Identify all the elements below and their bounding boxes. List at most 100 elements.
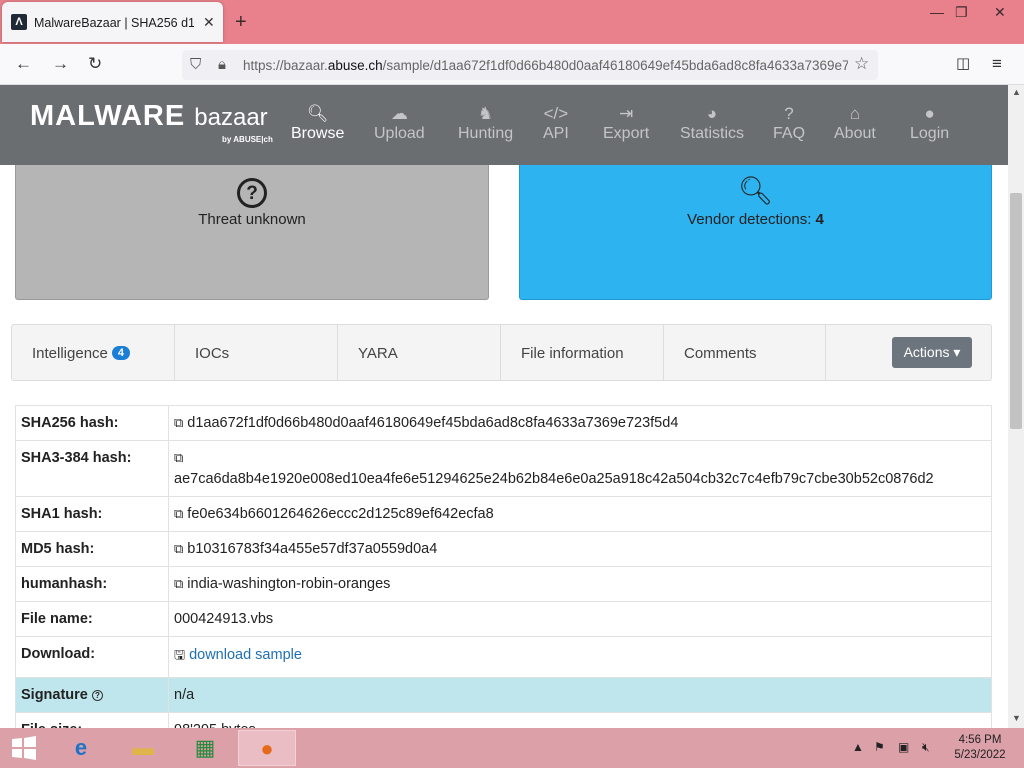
cloud-upload-icon: ☁ bbox=[390, 104, 408, 123]
browser-navbar: ← → ↻ ⛉ 🔒︎ https://bazaar.abuse.ch/sampl… bbox=[0, 44, 1024, 85]
menu-icon[interactable]: ≡ bbox=[992, 54, 1002, 74]
md5-value: ⧉ b10316783f34a455e57df37a0559d0a4 bbox=[168, 531, 992, 567]
nav-upload[interactable]: ☁ Upload bbox=[374, 103, 425, 143]
bookmark-star-icon[interactable]: ☆ bbox=[854, 54, 869, 74]
minimize-icon[interactable]: — bbox=[930, 4, 944, 20]
filename-label: File name: bbox=[15, 601, 169, 637]
reload-icon[interactable]: ↻ bbox=[88, 54, 102, 74]
humanhash-value: ⧉ india-washington-robin-oranges bbox=[168, 566, 992, 602]
search-icon: 🔍︎ bbox=[737, 175, 774, 206]
firefox-icon[interactable]: ● bbox=[238, 730, 296, 766]
sha256-value: ⧉ d1aa672f1df0d66b480d0aaf46180649ef45bda… bbox=[168, 405, 992, 441]
humanhash-label: humanhash: bbox=[15, 566, 169, 602]
copy-icon[interactable]: ⧉ bbox=[174, 415, 183, 431]
nav-statistics[interactable]: ◕ Statistics bbox=[680, 103, 744, 143]
user-icon: ● bbox=[924, 104, 935, 123]
tab-comments[interactable]: Comments bbox=[664, 325, 826, 380]
nav-hunting[interactable]: ♞ Hunting bbox=[458, 103, 513, 143]
url-text[interactable]: https://bazaar.abuse.ch/sample/d1aa672f1… bbox=[243, 58, 848, 73]
windows-logo-icon bbox=[12, 736, 36, 760]
search-icon: 🔍︎ bbox=[306, 104, 329, 123]
caret-down-icon: ▾ bbox=[953, 344, 961, 360]
window-close-icon[interactable]: ✕ bbox=[994, 4, 1006, 21]
help-icon[interactable]: ? bbox=[91, 690, 103, 701]
nav-browse[interactable]: 🔍︎ Browse bbox=[291, 103, 344, 143]
intelligence-badge: 4 bbox=[111, 346, 131, 360]
pie-chart-icon: ◕ bbox=[706, 104, 718, 123]
sha3-value: ⧉ ae7ca6da8b4e1920e008ed10ea4fe6e51294625… bbox=[168, 440, 992, 497]
code-icon: </> bbox=[543, 104, 569, 123]
table-row: File name: 000424913.vbs bbox=[15, 601, 992, 637]
lock-icon[interactable]: 🔒︎ bbox=[218, 56, 226, 73]
nav-api[interactable]: </> API bbox=[543, 103, 569, 143]
save-icon: 🖫 bbox=[174, 647, 186, 662]
tab-intelligence[interactable]: Intelligence 4 bbox=[12, 325, 175, 380]
page-scrollbar[interactable]: ▲ ▼ bbox=[1008, 85, 1024, 728]
show-hidden-icons[interactable]: ▲ bbox=[852, 740, 864, 754]
nav-login[interactable]: ● Login bbox=[910, 103, 949, 143]
tab-title: MalwareBazaar | SHA256 d1aa672f1 bbox=[34, 16, 194, 30]
download-value: 🖫 download sample bbox=[168, 636, 992, 678]
copy-icon[interactable]: ⧉ bbox=[174, 541, 183, 557]
md5-label: MD5 hash: bbox=[15, 531, 169, 567]
vendor-detections-card[interactable]: 🔍︎ Vendor detections: 4 bbox=[519, 165, 992, 300]
copy-icon[interactable]: ⧉ bbox=[174, 576, 183, 592]
windows-taskbar: e ▬ ▦ ● ▲ ⚑ ▣ 🔇︎ 4:56 PM 5/23/2022 bbox=[0, 728, 1024, 768]
export-icon: ⇥ bbox=[619, 104, 634, 123]
volume-muted-icon[interactable]: 🔇︎ bbox=[922, 740, 930, 755]
tab-iocs[interactable]: IOCs bbox=[175, 325, 338, 380]
scroll-up-icon[interactable]: ▲ bbox=[1012, 87, 1021, 97]
table-row: SHA256 hash: ⧉ d1aa672f1df0d66b480d0aaf46… bbox=[15, 405, 992, 441]
tab-yara[interactable]: YARA bbox=[338, 325, 501, 380]
maximize-icon[interactable]: ❐ bbox=[955, 4, 968, 21]
site-logo[interactable]: MALWARE bazaar bbox=[30, 100, 268, 133]
threat-card: ? Threat unknown bbox=[15, 165, 489, 300]
scroll-thumb[interactable] bbox=[1010, 193, 1022, 429]
store-icon[interactable]: ▦ bbox=[176, 730, 234, 766]
sample-details-table: SHA256 hash: ⧉ d1aa672f1df0d66b480d0aaf46… bbox=[15, 405, 992, 748]
question-icon: ? bbox=[784, 104, 794, 123]
filename-value: 000424913.vbs bbox=[168, 601, 992, 637]
tab-close-icon[interactable]: ✕ bbox=[203, 14, 215, 31]
sample-tabs: Intelligence 4 IOCs YARA File information… bbox=[11, 324, 992, 381]
flag-icon[interactable]: ⚑ bbox=[874, 740, 885, 754]
browser-tab[interactable]: Λ MalwareBazaar | SHA256 d1aa672f1 ✕ bbox=[2, 2, 223, 42]
new-tab-button[interactable]: + bbox=[235, 11, 247, 34]
signature-value: n/a bbox=[168, 677, 992, 713]
nav-faq[interactable]: ? FAQ bbox=[773, 103, 805, 143]
sha3-label: SHA3-384 hash: bbox=[15, 440, 169, 497]
back-icon[interactable]: ← bbox=[15, 54, 32, 74]
nav-export[interactable]: ⇥ Export bbox=[603, 103, 649, 143]
hunting-icon: ♞ bbox=[477, 104, 494, 123]
sha256-label: SHA256 hash: bbox=[15, 405, 169, 441]
sha1-label: SHA1 hash: bbox=[15, 496, 169, 532]
internet-explorer-icon[interactable]: e bbox=[52, 730, 110, 766]
forward-icon[interactable]: → bbox=[52, 54, 69, 74]
shield-icon[interactable]: ⛉ bbox=[190, 56, 201, 73]
site-header: MALWARE bazaar by ABUSE|ch 🔍︎ Browse ☁ U… bbox=[0, 85, 1008, 165]
table-row: MD5 hash: ⧉ b10316783f34a455e57df37a0559d… bbox=[15, 531, 992, 567]
actions-dropdown-button[interactable]: Actions ▾ bbox=[892, 337, 972, 368]
sha1-value: ⧉ fe0e634b6601264626eccc2d125c89ef642ecfa… bbox=[168, 496, 992, 532]
table-row: humanhash: ⧉ india-washington-robin-orang… bbox=[15, 566, 992, 602]
copy-icon[interactable]: ⧉ bbox=[174, 450, 183, 466]
browser-titlebar: Λ MalwareBazaar | SHA256 d1aa672f1 ✕ + —… bbox=[0, 0, 1024, 44]
file-explorer-icon[interactable]: ▬ bbox=[114, 730, 172, 766]
table-row: SHA1 hash: ⧉ fe0e634b6601264626eccc2d125c… bbox=[15, 496, 992, 532]
address-bar[interactable]: ⛉ 🔒︎ https://bazaar.abuse.ch/sample/d1aa… bbox=[182, 50, 878, 80]
table-row: Signature ? n/a bbox=[15, 677, 992, 713]
table-row: Download: 🖫 download sample bbox=[15, 636, 992, 678]
pocket-icon[interactable]: ◫ bbox=[956, 54, 970, 72]
network-icon[interactable]: ▣ bbox=[898, 740, 909, 754]
signature-label: Signature ? bbox=[15, 677, 169, 713]
nav-about[interactable]: ⌂ About bbox=[834, 103, 876, 143]
scroll-down-icon[interactable]: ▼ bbox=[1012, 713, 1021, 723]
system-clock[interactable]: 4:56 PM 5/23/2022 bbox=[950, 733, 1010, 763]
vendor-detections-label: Vendor detections: 4 bbox=[687, 211, 824, 228]
table-row: SHA3-384 hash: ⧉ ae7ca6da8b4e1920e008ed10… bbox=[15, 440, 992, 497]
start-button[interactable] bbox=[10, 735, 38, 761]
copy-icon[interactable]: ⧉ bbox=[174, 506, 183, 522]
tab-file-information[interactable]: File information bbox=[501, 325, 664, 380]
download-sample-link[interactable]: download sample bbox=[189, 647, 302, 663]
about-icon: ⌂ bbox=[849, 104, 861, 123]
